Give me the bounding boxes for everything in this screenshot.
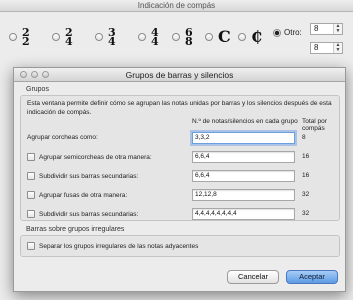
row-total: 8 <box>302 134 306 141</box>
common-time-icon: C <box>218 27 231 46</box>
groups-description: Esta ventana permite definir cómo se agr… <box>27 100 332 116</box>
ts-option-common-time[interactable]: C <box>205 28 231 46</box>
ts-option-2-4[interactable]: 2 4 <box>52 26 73 48</box>
ts-radio[interactable] <box>52 33 60 41</box>
ts-option-4-4[interactable]: 4 4 <box>138 26 159 48</box>
row-checkbox-label[interactable]: Separar los grupos irregulares de las no… <box>27 242 198 250</box>
row-32nds: Agrupar fusas de otra manera: 12,12,8 32 <box>27 189 337 203</box>
stepper-arrows-icon[interactable]: ▲ ▼ <box>333 24 342 34</box>
ts-radio[interactable] <box>172 33 180 41</box>
sixteenths-grouping-input[interactable]: 6,6,4 <box>192 151 295 163</box>
ts-option-2-2[interactable]: 2 2 <box>9 26 30 48</box>
32nds-subdivide-checkbox[interactable] <box>27 210 35 218</box>
32nds-checkbox[interactable] <box>27 191 35 199</box>
ts-fraction-6-8: 6 8 <box>185 26 193 48</box>
time-signature-options: 2 2 2 4 3 4 4 4 6 8 C ₵ Otro: 8 ▲ ▼ 8 ▲ … <box>0 23 353 62</box>
cancel-button[interactable]: Cancelar <box>227 270 279 284</box>
other-label: Otro: <box>284 28 302 37</box>
row-eighths: Agrupar corcheas como: 3,3,2 8 <box>27 132 337 146</box>
ts-radio[interactable] <box>238 33 246 41</box>
dialog-title: Grupos de barras y silencios <box>125 70 234 80</box>
32nds-grouping-input[interactable]: 12,12,8 <box>192 189 295 201</box>
eighths-grouping-input[interactable]: 3,3,2 <box>192 132 295 144</box>
ts-option-cut-time[interactable]: ₵ <box>238 28 262 46</box>
ts-radio[interactable] <box>138 33 146 41</box>
row-checkbox-label[interactable]: Agrupar fusas de otra manera: <box>27 191 127 199</box>
ts-radio[interactable] <box>95 33 103 41</box>
row-checkbox-label[interactable]: Subdividir sus barras secundarias: <box>27 172 138 180</box>
row-sixteenths-subdivide: Subdividir sus barras secundarias: 6,6,4… <box>27 170 337 184</box>
sixteenths-subdivide-checkbox[interactable] <box>27 172 35 180</box>
dialog-titlebar: Grupos de barras y silencios <box>14 68 345 82</box>
sixteenths-subdivide-input[interactable]: 6,6,4 <box>192 170 295 182</box>
row-sixteenths: Agrupar semicorcheas de otra manera: 6,6… <box>27 151 337 165</box>
accept-button[interactable]: Aceptar <box>286 270 338 284</box>
ts-radio[interactable] <box>205 33 213 41</box>
irregular-section-label: Barras sobre grupos irregulares <box>26 226 125 233</box>
32nds-subdivide-input[interactable]: 4,4,4,4,4,4,4,4 <box>192 208 295 220</box>
ts-radio[interactable] <box>9 33 17 41</box>
groups-section-label: Grupos <box>26 86 49 93</box>
ts-fraction-4-4: 4 4 <box>151 26 159 48</box>
beam-groups-dialog: Grupos de barras y silencios Grupos Esta… <box>13 67 346 292</box>
other-denominator-stepper[interactable]: 8 ▲ ▼ <box>310 42 343 54</box>
row-label: Agrupar corcheas como: <box>27 134 98 141</box>
ts-fraction-3-4: 3 4 <box>108 26 116 48</box>
window-controls <box>20 71 49 78</box>
row-checkbox-label[interactable]: Agrupar semicorcheas de otra manera: <box>27 153 152 161</box>
row-checkbox-label[interactable]: Subdividir sus barras secundarias: <box>27 210 138 218</box>
ts-option-other[interactable]: Otro: <box>273 28 302 37</box>
separate-irregular-checkbox[interactable] <box>27 242 35 250</box>
row-total: 16 <box>302 172 310 179</box>
close-window-icon[interactable] <box>20 71 27 78</box>
other-numerator-stepper[interactable]: 8 ▲ ▼ <box>310 23 343 35</box>
ts-fraction-2-4: 2 4 <box>65 26 73 48</box>
column-header-notes: N.º de notas/silencios en cada grupo <box>192 118 298 125</box>
groups-section: Esta ventana permite definir cómo se agr… <box>20 95 340 221</box>
row-total: 32 <box>302 210 310 217</box>
column-header-total: Total por compás <box>302 118 327 132</box>
time-signature-window-title: Indicación de compás <box>0 0 353 12</box>
ts-radio-other[interactable] <box>273 28 281 37</box>
stepper-arrows-icon[interactable]: ▲ ▼ <box>333 43 342 53</box>
minimize-window-icon[interactable] <box>31 71 38 78</box>
ts-option-3-4[interactable]: 3 4 <box>95 26 116 48</box>
row-32nds-subdivide: Subdividir sus barras secundarias: 4,4,4… <box>27 208 337 222</box>
row-total: 16 <box>302 153 310 160</box>
zoom-window-icon[interactable] <box>42 71 49 78</box>
ts-fraction-2-2: 2 2 <box>22 26 30 48</box>
cut-time-icon: ₵ <box>251 27 263 46</box>
row-total: 32 <box>302 191 310 198</box>
row-separate-irregular: Separar los grupos irregulares de las no… <box>27 240 337 254</box>
irregular-section: Separar los grupos irregulares de las no… <box>20 235 340 257</box>
sixteenths-checkbox[interactable] <box>27 153 35 161</box>
ts-option-6-8[interactable]: 6 8 <box>172 26 193 48</box>
